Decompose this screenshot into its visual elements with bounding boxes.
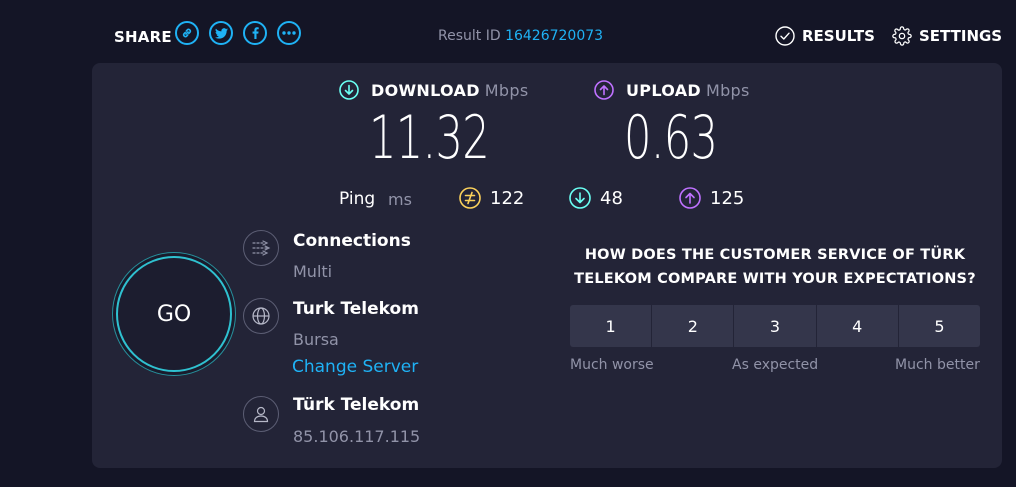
connections-icon-wrap: [243, 230, 279, 266]
facebook-icon: [252, 27, 259, 39]
result-id-label: Result ID: [438, 28, 501, 44]
settings-label: SETTINGS: [919, 27, 1003, 45]
rating-option-5[interactable]: 5: [898, 305, 981, 347]
change-server-link[interactable]: Change Server: [292, 357, 418, 377]
connections-title: Connections: [293, 231, 411, 251]
upload-arrow-icon: [594, 80, 614, 100]
ping-unit: ms: [388, 190, 412, 209]
rating-label-low: Much worse: [570, 357, 654, 373]
ping-idle-value: 122: [490, 187, 525, 209]
rating-option-1[interactable]: 1: [570, 305, 652, 347]
upload-header: UPLOAD Mbps: [594, 80, 750, 100]
check-circle-icon: [775, 26, 795, 46]
rating-scale: 1 2 3 4 5: [570, 305, 981, 347]
gear-icon: [892, 26, 912, 46]
upload-unit: Mbps: [705, 80, 750, 100]
ping-upload-value: 125: [710, 187, 745, 209]
survey-question-line2: TELEKOM COMPARE WITH YOUR EXPECTATIONS?: [574, 271, 976, 287]
settings-nav-button[interactable]: SETTINGS: [892, 26, 1002, 46]
download-unit: Mbps: [484, 80, 529, 100]
top-bar: SHARE Result ID 16426720073 RESULTS SETT…: [0, 0, 1016, 62]
rating-label-mid: As expected: [732, 357, 819, 373]
ping-row: Ping ms 122 48 125: [92, 187, 1002, 213]
result-id: Result ID 16426720073: [438, 28, 603, 44]
more-icon: [282, 31, 296, 35]
ping-upload: 125: [679, 187, 744, 209]
go-button[interactable]: GO: [116, 256, 232, 372]
results-nav-button[interactable]: RESULTS: [775, 26, 875, 46]
rating-option-3[interactable]: 3: [734, 305, 816, 347]
link-icon: [182, 28, 192, 38]
server-location: Bursa: [293, 330, 339, 349]
survey-question: HOW DOES THE CUSTOMER SERVICE OF TÜRK TE…: [570, 243, 980, 291]
upload-label: UPLOAD: [626, 80, 701, 100]
user-icon: [253, 406, 269, 423]
result-panel: DOWNLOAD Mbps 11.32 UPLOAD Mbps 0.63 Pin…: [92, 63, 1002, 468]
download-speed-value: 11.32: [369, 103, 490, 173]
ping-label: Ping: [339, 189, 376, 209]
ping-download-value: 48: [600, 187, 623, 209]
globe-icon: [252, 307, 270, 325]
go-label: GO: [156, 301, 192, 327]
download-latency-icon: [569, 187, 591, 209]
share-more-button[interactable]: [277, 21, 301, 45]
globe-icon-wrap: [243, 298, 279, 334]
download-header: DOWNLOAD Mbps: [339, 80, 528, 100]
ping-idle: 122: [459, 187, 524, 209]
rating-label-high: Much better: [895, 357, 980, 373]
rating-option-2[interactable]: 2: [652, 305, 734, 347]
connections-icon: [252, 240, 271, 256]
download-arrow-icon: [339, 80, 359, 100]
share-link-button[interactable]: [175, 21, 199, 45]
rating-option-4[interactable]: 4: [816, 305, 898, 347]
upload-latency-icon: [679, 187, 701, 209]
ping-download: 48: [569, 187, 623, 209]
share-twitter-button[interactable]: [209, 21, 233, 45]
connections-value: Multi: [293, 262, 333, 281]
provider-ip: 85.106.117.115: [293, 427, 421, 446]
share-facebook-button[interactable]: [243, 21, 267, 45]
download-label: DOWNLOAD: [371, 80, 480, 100]
server-name: Turk Telekom: [293, 299, 419, 319]
survey-question-line1: HOW DOES THE CUSTOMER SERVICE OF TÜRK: [584, 247, 966, 263]
user-icon-wrap: [243, 396, 279, 432]
results-label: RESULTS: [802, 27, 875, 45]
twitter-icon: [214, 27, 228, 39]
provider-name: Türk Telekom: [293, 395, 420, 415]
share-label: SHARE: [114, 28, 172, 46]
upload-speed-value: 0.63: [624, 103, 718, 173]
result-id-link[interactable]: 16426720073: [505, 28, 603, 44]
idle-latency-icon: [459, 187, 481, 209]
